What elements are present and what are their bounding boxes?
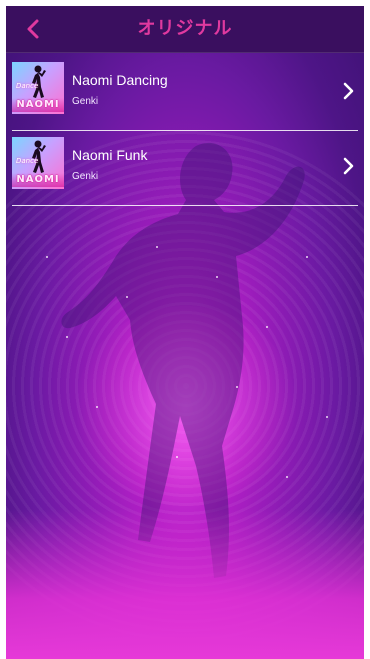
- top-navigation-bar: オリジナル: [6, 6, 364, 53]
- background-bottom-glow: [6, 509, 364, 659]
- song-title: Naomi Funk: [72, 147, 148, 163]
- song-artist: Genki: [72, 171, 99, 182]
- sparkle: [46, 256, 48, 258]
- app-screen: オリジナル Dance NAOMI Naomi Dancing Genki Da…: [6, 6, 364, 659]
- page-title: オリジナル: [137, 18, 233, 39]
- sparkle: [306, 256, 308, 258]
- sparkle: [216, 276, 218, 278]
- thumbnail-logo-text: NAOMI: [12, 173, 64, 187]
- list-item-naomi-dancing[interactable]: Dance NAOMI Naomi Dancing Genki: [6, 56, 364, 131]
- row-divider: [12, 205, 358, 206]
- chevron-right-icon: [343, 157, 354, 175]
- song-thumbnail: Dance NAOMI: [12, 137, 64, 189]
- sparkle: [286, 476, 288, 478]
- sparkle: [266, 326, 268, 328]
- back-button[interactable]: [16, 14, 50, 44]
- sparkle: [176, 456, 178, 458]
- sparkle: [326, 416, 328, 418]
- sparkle: [156, 246, 158, 248]
- thumbnail-script-text: Dance: [16, 82, 39, 90]
- song-list: Dance NAOMI Naomi Dancing Genki Dance NA…: [6, 56, 364, 206]
- song-thumbnail: Dance NAOMI: [12, 62, 64, 114]
- thumbnail-script-text: Dance: [16, 157, 39, 165]
- list-item-naomi-funk[interactable]: Dance NAOMI Naomi Funk Genki: [6, 131, 364, 206]
- song-title: Naomi Dancing: [72, 72, 168, 88]
- song-artist: Genki: [72, 96, 99, 107]
- sparkle: [96, 406, 98, 408]
- sparkle: [66, 336, 68, 338]
- sparkle: [126, 296, 128, 298]
- sparkle: [236, 386, 238, 388]
- chevron-right-icon: [343, 82, 354, 100]
- chevron-left-icon: [27, 19, 39, 39]
- thumbnail-logo-text: NAOMI: [12, 98, 64, 112]
